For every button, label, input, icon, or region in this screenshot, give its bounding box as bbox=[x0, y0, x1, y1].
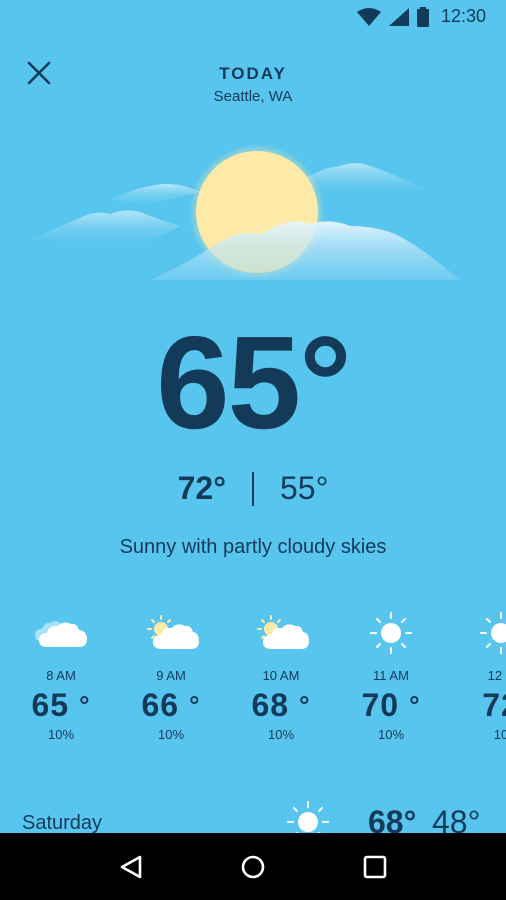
recents-button[interactable] bbox=[355, 847, 395, 887]
home-button[interactable] bbox=[233, 847, 273, 887]
status-time: 12:30 bbox=[440, 6, 486, 26]
current-temperature: 65° bbox=[156, 309, 352, 456]
status-bar: 12:30 bbox=[0, 0, 506, 36]
high-low-temps: 72° 55° bbox=[0, 470, 506, 507]
hour-temp-value: 70 bbox=[361, 687, 400, 723]
recents-icon bbox=[363, 855, 387, 878]
hourly-item-clip: 12 P 72 10 bbox=[446, 608, 506, 758]
hour-temp: 70 ° bbox=[336, 685, 446, 725]
hour-temp-value: 68 bbox=[251, 687, 290, 723]
navigation-bar bbox=[0, 833, 506, 900]
partly-cloudy-icon bbox=[257, 615, 309, 649]
hourly-item: 11 AM 70 ° 10% bbox=[336, 608, 446, 742]
home-icon bbox=[241, 855, 265, 878]
hour-temp: 66 ° bbox=[116, 685, 226, 725]
sun-icon bbox=[480, 612, 506, 654]
low-temperature: 55° bbox=[280, 470, 329, 506]
signal-icon bbox=[388, 7, 409, 26]
hour-temp: 72 bbox=[446, 685, 506, 725]
cloud-icon bbox=[35, 621, 87, 647]
hour-time: 11 AM bbox=[373, 668, 409, 683]
back-button[interactable] bbox=[111, 847, 151, 887]
status-icons: 12:30 bbox=[356, 6, 486, 27]
partly-cloudy-icon bbox=[147, 615, 199, 649]
high-temperature: 72° bbox=[177, 470, 226, 506]
weather-illustration bbox=[30, 144, 460, 280]
hour-precipitation: 10% bbox=[377, 727, 405, 742]
page-title: TODAY bbox=[219, 64, 287, 83]
hour-precipitation: 10% bbox=[267, 727, 295, 742]
day-name: Saturday bbox=[22, 812, 103, 834]
weather-condition: Sunny with partly cloudy skies bbox=[119, 536, 387, 558]
hour-time: 9 AM bbox=[156, 668, 186, 683]
hour-precipitation: 10% bbox=[157, 727, 185, 742]
hour-temp-value: 72 bbox=[482, 687, 506, 723]
hour-temp-value: 65 bbox=[31, 687, 70, 723]
hour-temp-degree: ° bbox=[79, 690, 91, 720]
hour-temp-degree: ° bbox=[409, 690, 421, 720]
hourly-item: 8 AM 65 ° 10% bbox=[6, 608, 116, 742]
battery-icon bbox=[416, 6, 429, 27]
hour-time: 10 AM bbox=[262, 668, 300, 683]
hour-time: 8 AM bbox=[46, 668, 76, 683]
hour-precipitation: 10 bbox=[493, 727, 506, 742]
hourly-forecast[interactable]: 8 AM 65 ° 10% 9 AM 66 ° 10% 10 AM 68 ° 1… bbox=[0, 608, 506, 758]
hour-temp-value: 66 bbox=[141, 687, 180, 723]
hourly-item: 9 AM 66 ° 10% bbox=[116, 608, 226, 742]
hourly-item: 12 P 72 10 bbox=[446, 608, 506, 742]
location-label: Seattle, WA bbox=[213, 88, 293, 105]
hourly-item: 10 AM 68 ° 10% bbox=[226, 608, 336, 742]
back-icon bbox=[120, 855, 142, 878]
wifi-icon bbox=[356, 7, 381, 26]
hour-precipitation: 10% bbox=[47, 727, 75, 742]
hour-time: 12 P bbox=[487, 668, 506, 683]
sun-icon bbox=[370, 612, 412, 654]
hour-temp: 65 ° bbox=[6, 685, 116, 725]
hour-temp-degree: ° bbox=[299, 690, 311, 720]
hour-temp-degree: ° bbox=[189, 690, 201, 720]
hour-temp: 68 ° bbox=[226, 685, 336, 725]
